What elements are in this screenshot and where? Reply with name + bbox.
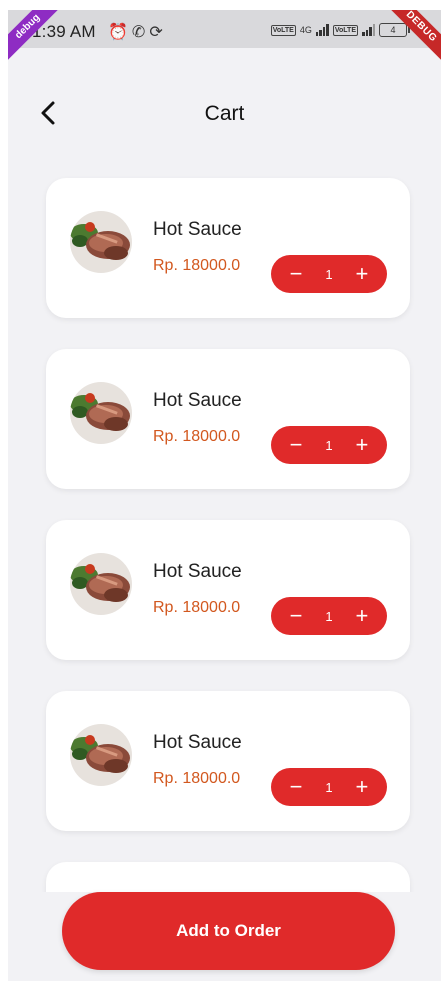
system-icons: VoLTE 4G VoLTE 4 — [270, 23, 410, 37]
decrement-button[interactable]: − — [285, 605, 307, 627]
quantity-stepper: − 1 + — [271, 426, 387, 464]
increment-button[interactable]: + — [351, 605, 373, 627]
signal-icon-2 — [362, 24, 375, 36]
quantity-stepper: − 1 + — [271, 768, 387, 806]
product-image — [70, 553, 132, 615]
increment-button[interactable]: + — [351, 776, 373, 798]
product-name: Hot Sauce — [153, 732, 242, 753]
increment-button[interactable]: + — [351, 434, 373, 456]
signal-icon — [315, 24, 329, 36]
food-image-icon — [70, 553, 132, 615]
whatsapp-icon: ✆ — [131, 24, 146, 41]
quantity-value: 1 — [325, 608, 333, 624]
cart-item-card: Hot Sauce Rp. 18000.0 − 1 + — [46, 691, 410, 831]
quantity-value: 1 — [325, 779, 333, 795]
network-type-label: 4G — [299, 25, 312, 35]
increment-button[interactable]: + — [351, 263, 373, 285]
volte-icon-2: VoLTE — [332, 24, 358, 36]
food-image-icon — [70, 724, 132, 786]
notification-icons: ⏰ ✆ ⟳ — [108, 22, 167, 42]
food-image-icon — [70, 382, 132, 444]
product-price: Rp. 18000.0 — [153, 770, 241, 787]
decrement-button[interactable]: − — [285, 434, 307, 456]
decrement-button[interactable]: − — [285, 776, 307, 798]
app-screen: Hot Sauce Rp. 18000.0 − 1 + Hot Sauce Rp… — [8, 10, 441, 981]
product-image — [70, 724, 132, 786]
quantity-stepper: − 1 + — [271, 597, 387, 635]
page-title: Cart — [204, 102, 245, 125]
cart-item-card: Hot Sauce Rp. 18000.0 − 1 + — [46, 178, 410, 318]
product-image — [70, 382, 132, 444]
status-bar: 1:39 AM ⏰ ✆ ⟳ VoLTE 4G VoLTE 4 — [8, 10, 441, 48]
product-name: Hot Sauce — [153, 561, 242, 582]
quantity-value: 1 — [325, 437, 333, 453]
quantity-stepper: − 1 + — [271, 255, 387, 293]
app-header: Cart — [8, 48, 441, 148]
battery-icon: 4 — [379, 23, 410, 37]
volte-icon: VoLTE — [270, 24, 296, 36]
product-image — [70, 211, 132, 273]
alarm-icon: ⏰ — [108, 24, 128, 41]
cart-item-card: Hot Sauce Rp. 18000.0 − 1 + — [46, 520, 410, 660]
product-price: Rp. 18000.0 — [153, 599, 241, 616]
cart-item-card: Hot Sauce Rp. 18000.0 − 1 + — [46, 349, 410, 489]
add-to-order-button[interactable]: Add to Order — [62, 892, 395, 970]
product-name: Hot Sauce — [153, 390, 242, 411]
cart-item-card-partial — [46, 862, 410, 892]
sync-icon: ⟳ — [149, 24, 163, 41]
product-name: Hot Sauce — [153, 219, 242, 240]
product-price: Rp. 18000.0 — [153, 428, 241, 445]
quantity-value: 1 — [325, 266, 333, 282]
food-image-icon — [70, 211, 132, 273]
product-price: Rp. 18000.0 — [153, 257, 241, 274]
decrement-button[interactable]: − — [285, 263, 307, 285]
